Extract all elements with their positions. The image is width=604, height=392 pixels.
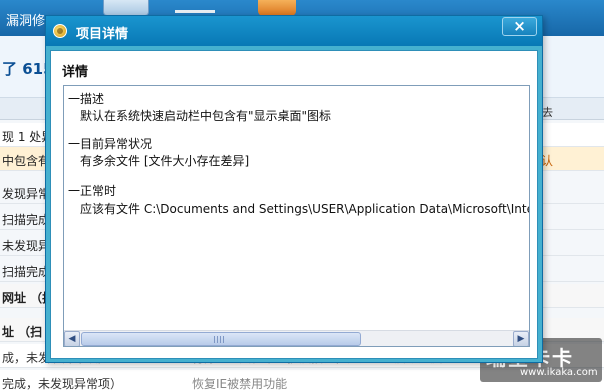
current-status-value: 有多余文件 [文件大小存在差异] [80, 154, 250, 168]
item-detail-dialog: 项目详情 × 详情 一描述 默认在系统快速启动栏中包含有"显示桌面"图标 一目前… [45, 15, 543, 363]
dialog-titlebar[interactable]: 项目详情 × [46, 16, 542, 46]
watermark-url: www.ikaka.com [520, 367, 598, 378]
section-label: 详情 [62, 65, 89, 80]
close-button[interactable]: × [502, 17, 537, 36]
row-text: 址 （扫 [2, 325, 43, 339]
horizontal-scrollbar[interactable]: ◀ ▶ [64, 330, 529, 346]
dialog-title: 项目详情 [76, 27, 129, 42]
current-status-heading: 一目前异常状况 [68, 137, 153, 151]
normal-state-value: 应该有文件 C:\Documents and Settings\USER\App… [80, 202, 529, 216]
row-text: 发现异常 [2, 187, 51, 201]
arrow-right-icon[interactable]: ▶ [513, 331, 529, 346]
scrollbar-thumb[interactable] [81, 332, 361, 346]
toolbar-icon[interactable] [258, 0, 296, 16]
tab-vuln-repair[interactable]: 漏洞修 [0, 10, 45, 29]
grip-icon [214, 336, 224, 343]
detail-text-box[interactable]: 一描述 默认在系统快速启动栏中包含有"显示桌面"图标 一目前异常状况 有多余文件… [63, 85, 530, 347]
row-text: 扫描完成 [2, 265, 51, 279]
arrow-left-icon[interactable]: ◀ [64, 331, 80, 346]
column-header-action: 去 [542, 106, 553, 119]
normal-state-heading: 一正常时 [68, 184, 117, 198]
toolbar-icon[interactable] [103, 0, 149, 16]
description-value: 默认在系统快速启动栏中包含有"显示桌面"图标 [80, 109, 332, 123]
close-icon: × [513, 17, 526, 35]
row-text: 完成，未发现异常项） [2, 377, 123, 391]
dialog-body: 详情 一描述 默认在系统快速启动栏中包含有"显示桌面"图标 一目前异常状况 有多… [50, 50, 538, 359]
detail-badge-icon [53, 24, 67, 38]
description-heading: 一描述 [68, 92, 105, 106]
row-description: 恢复IE被禁用功能 [192, 377, 288, 391]
toolbar-icon[interactable] [175, 3, 215, 13]
